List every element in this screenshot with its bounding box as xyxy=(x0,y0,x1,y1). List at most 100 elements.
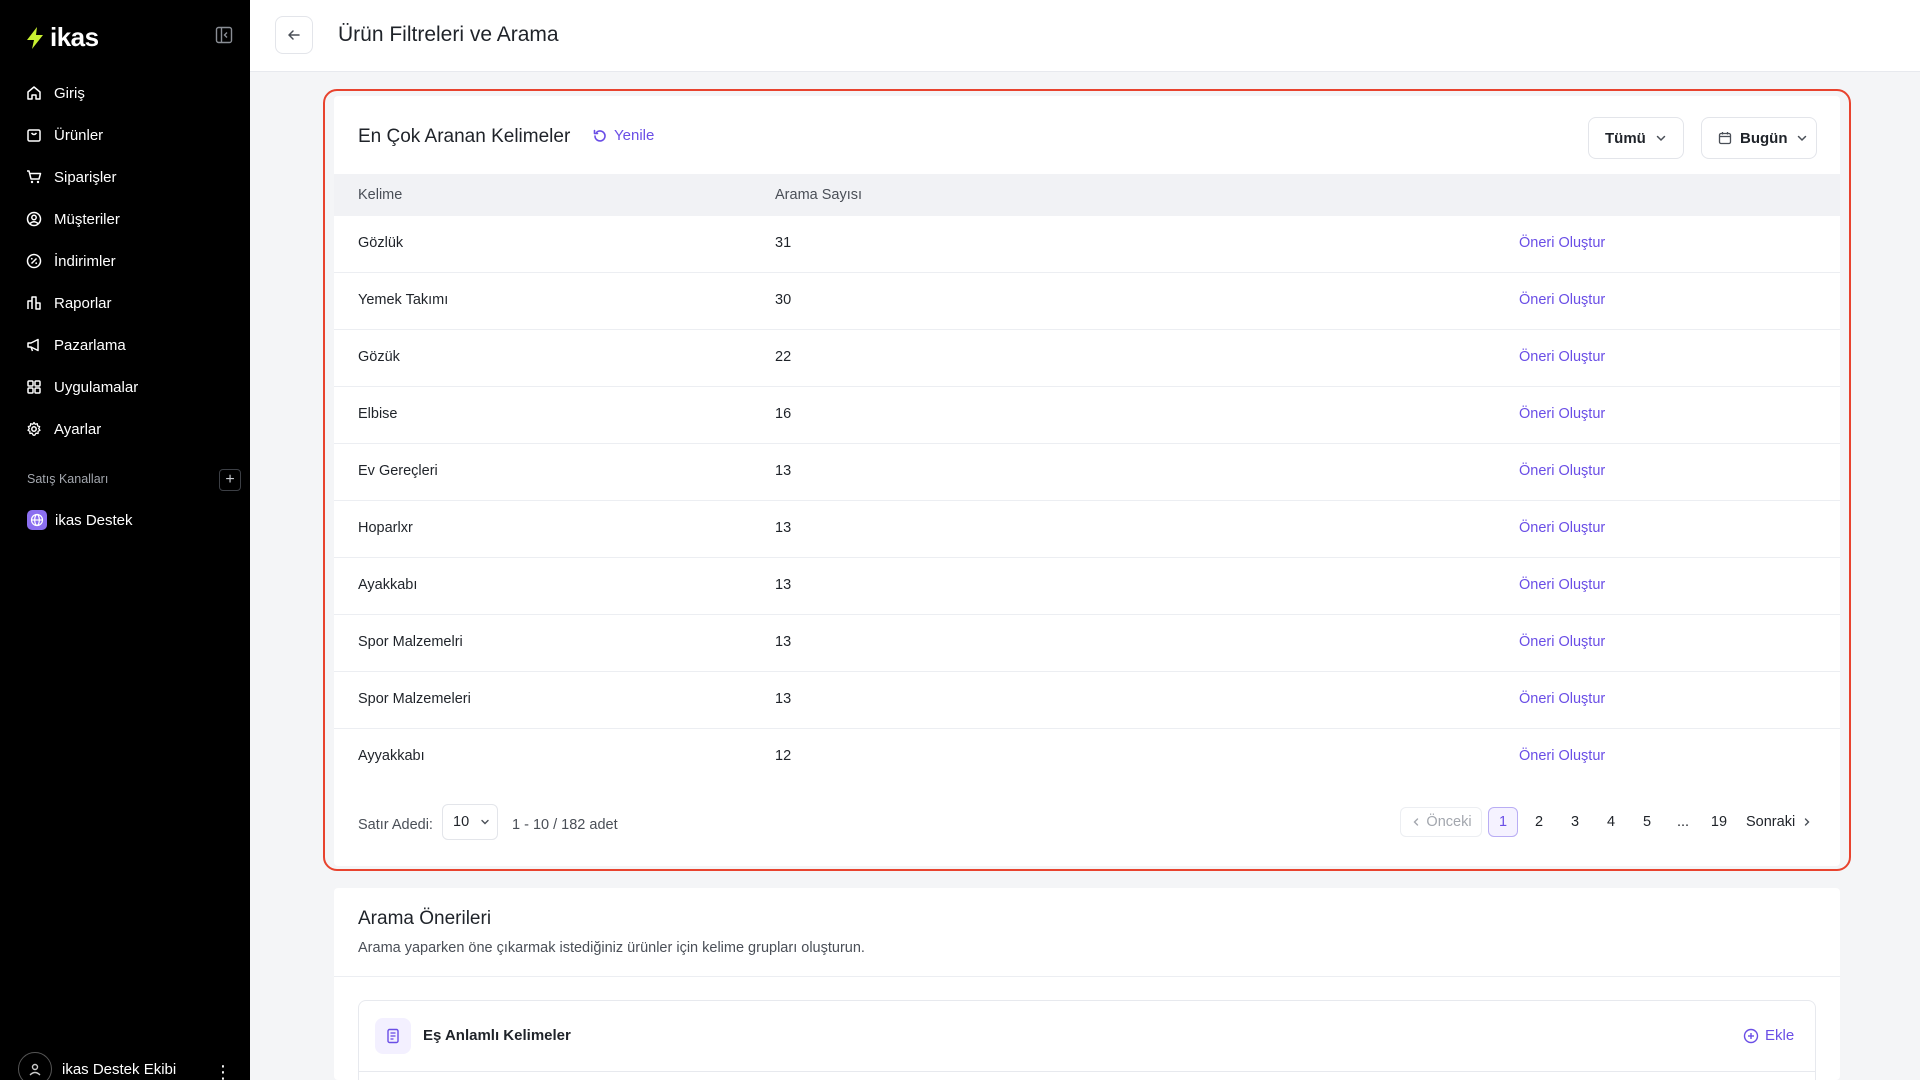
filter-dropdown-value: Tümü xyxy=(1605,129,1646,147)
refresh-button[interactable]: Yenile xyxy=(592,127,654,144)
count-cell: 13 xyxy=(775,520,792,536)
brand-name: ikas xyxy=(50,22,99,52)
gear-icon xyxy=(27,421,41,436)
table-row: Spor Malzemelri 13 Öneri Oluştur xyxy=(334,615,1840,672)
bolt-icon xyxy=(27,26,43,49)
home-icon xyxy=(27,86,41,100)
create-suggestion-link[interactable]: Öneri Oluştur xyxy=(1519,577,1605,593)
page-button-5[interactable]: 5 xyxy=(1632,807,1662,837)
sidebar-item-urunler[interactable]: Ürünler xyxy=(18,114,232,156)
page-title: Ürün Filtreleri ve Arama xyxy=(338,23,559,46)
page-button-4[interactable]: 4 xyxy=(1596,807,1626,837)
divider xyxy=(359,1071,1815,1072)
user-name: ikas Destek Ekibi xyxy=(62,1060,177,1078)
page-button-1[interactable]: 1 xyxy=(1488,807,1518,837)
sidebar-item-siparisler[interactable]: Siparişler xyxy=(18,156,232,198)
keyword-cell: Spor Malzemelri xyxy=(358,634,463,650)
create-suggestion-link[interactable]: Öneri Oluştur xyxy=(1519,520,1605,536)
arrow-left-icon xyxy=(288,30,300,40)
keyword-cell: Ayyakkabı xyxy=(358,748,425,764)
create-suggestion-link[interactable]: Öneri Oluştur xyxy=(1519,292,1605,308)
next-page-button[interactable]: Sonraki xyxy=(1740,807,1819,837)
search-suggestions-card: Arama Önerileri Arama yaparken öne çıkar… xyxy=(334,888,1840,1080)
keyword-cell: Hoparlxr xyxy=(358,520,413,536)
sidebar-item-label: Ürünler xyxy=(54,126,104,144)
create-suggestion-link[interactable]: Öneri Oluştur xyxy=(1519,748,1605,764)
page-ellipsis: ... xyxy=(1676,814,1690,830)
sidebar-item-indirimler[interactable]: İndirimler xyxy=(18,240,232,282)
create-suggestion-link[interactable]: Öneri Oluştur xyxy=(1519,406,1605,422)
create-suggestion-link[interactable]: Öneri Oluştur xyxy=(1519,349,1605,365)
refresh-label: Yenile xyxy=(614,127,655,144)
sidebar-item-label: Raporlar xyxy=(54,294,112,312)
chevron-down-icon xyxy=(481,819,489,825)
rows-per-page-label: Satır Adedi: xyxy=(358,817,433,833)
globe-icon xyxy=(27,510,47,530)
page-button-3[interactable]: 3 xyxy=(1560,807,1590,837)
keyword-cell: Ayakkabı xyxy=(358,577,418,593)
refresh-icon xyxy=(593,129,606,142)
sidebar-item-giris[interactable]: Giriş xyxy=(18,72,232,114)
sidebar-item-label: İndirimler xyxy=(54,252,116,270)
sidebar-collapse-icon[interactable] xyxy=(215,26,233,44)
brand-logo[interactable]: ikas xyxy=(24,22,99,53)
rows-per-page-value: 10 xyxy=(453,814,470,830)
more-vertical-icon[interactable]: ⋮ xyxy=(214,1062,232,1080)
avatar xyxy=(18,1052,52,1080)
table-row: Gözük 22 Öneri Oluştur xyxy=(334,330,1840,387)
count-cell: 13 xyxy=(775,634,792,650)
sidebar-nav: Giriş Ürünler Siparişler Müşteriler İndi… xyxy=(18,72,232,450)
sidebar-item-musteriler[interactable]: Müşteriler xyxy=(18,198,232,240)
page-button-19[interactable]: 19 xyxy=(1704,807,1734,837)
date-dropdown-value: Bugün xyxy=(1740,129,1788,147)
table-row: Spor Malzemeleri 13 Öneri Oluştur xyxy=(334,672,1840,729)
sidebar-item-raporlar[interactable]: Raporlar xyxy=(18,282,232,324)
plus-icon: + xyxy=(225,471,235,488)
discount-icon xyxy=(26,253,42,269)
create-suggestion-link[interactable]: Öneri Oluştur xyxy=(1519,235,1605,251)
top-searches-title: En Çok Aranan Kelimeler xyxy=(358,126,571,147)
table-row: Ayyakkabı 12 Öneri Oluştur xyxy=(334,729,1840,786)
plus-circle-icon xyxy=(1743,1028,1759,1043)
rows-per-page-select[interactable]: 10 xyxy=(442,804,498,840)
sidebar-item-uygulamalar[interactable]: Uygulamalar xyxy=(18,366,232,408)
create-suggestion-link[interactable]: Öneri Oluştur xyxy=(1519,691,1605,707)
sidebar-item-channel[interactable]: ikas Destek xyxy=(27,510,133,530)
filter-dropdown[interactable]: Tümü xyxy=(1588,117,1684,159)
next-page-label: Sonraki xyxy=(1746,814,1796,830)
count-cell: 31 xyxy=(775,235,792,251)
pagination-range: 1 - 10 / 182 adet xyxy=(512,817,618,833)
user-menu[interactable]: ikas Destek Ekibi ⋮ xyxy=(18,1052,232,1080)
create-suggestion-link[interactable]: Öneri Oluştur xyxy=(1519,463,1605,479)
back-button[interactable] xyxy=(275,16,313,54)
chevron-down-icon xyxy=(1656,135,1666,142)
synonyms-panel: Eş Anlamlı Kelimeler Ekle xyxy=(358,1000,1816,1080)
pagination: Önceki 1 2 3 4 5 ... 19 Sonraki xyxy=(1394,804,1819,840)
add-channel-button[interactable]: + xyxy=(219,469,241,491)
count-cell: 13 xyxy=(775,691,792,707)
count-cell: 22 xyxy=(775,349,792,365)
divider xyxy=(334,976,1840,977)
page-button-2[interactable]: 2 xyxy=(1524,807,1554,837)
document-icon xyxy=(375,1018,411,1054)
create-suggestion-link[interactable]: Öneri Oluştur xyxy=(1519,634,1605,650)
count-cell: 13 xyxy=(775,577,792,593)
date-dropdown[interactable]: Bugün xyxy=(1701,117,1817,159)
previous-page-button[interactable]: Önceki xyxy=(1400,807,1482,837)
count-cell: 13 xyxy=(775,463,792,479)
chevron-left-icon xyxy=(1413,818,1419,826)
report-icon xyxy=(27,296,41,310)
sidebar-item-label: Ayarlar xyxy=(54,420,102,438)
sidebar-item-label: Uygulamalar xyxy=(54,378,139,396)
add-synonym-button[interactable]: Ekle xyxy=(1743,1027,1794,1044)
top-searches-card: En Çok Aranan Kelimeler Yenile Tümü Bugü… xyxy=(334,96,1840,866)
sidebar-item-pazarlama[interactable]: Pazarlama xyxy=(18,324,232,366)
megaphone-icon xyxy=(27,338,39,352)
chevron-right-icon xyxy=(1804,818,1810,826)
page-header: Ürün Filtreleri ve Arama xyxy=(250,0,1920,72)
add-label: Ekle xyxy=(1765,1027,1795,1044)
table-row: Gözlük 31 Öneri Oluştur xyxy=(334,216,1840,273)
sidebar-item-ayarlar[interactable]: Ayarlar xyxy=(18,408,232,450)
channel-label: ikas Destek xyxy=(55,511,133,529)
previous-page-label: Önceki xyxy=(1426,814,1472,830)
